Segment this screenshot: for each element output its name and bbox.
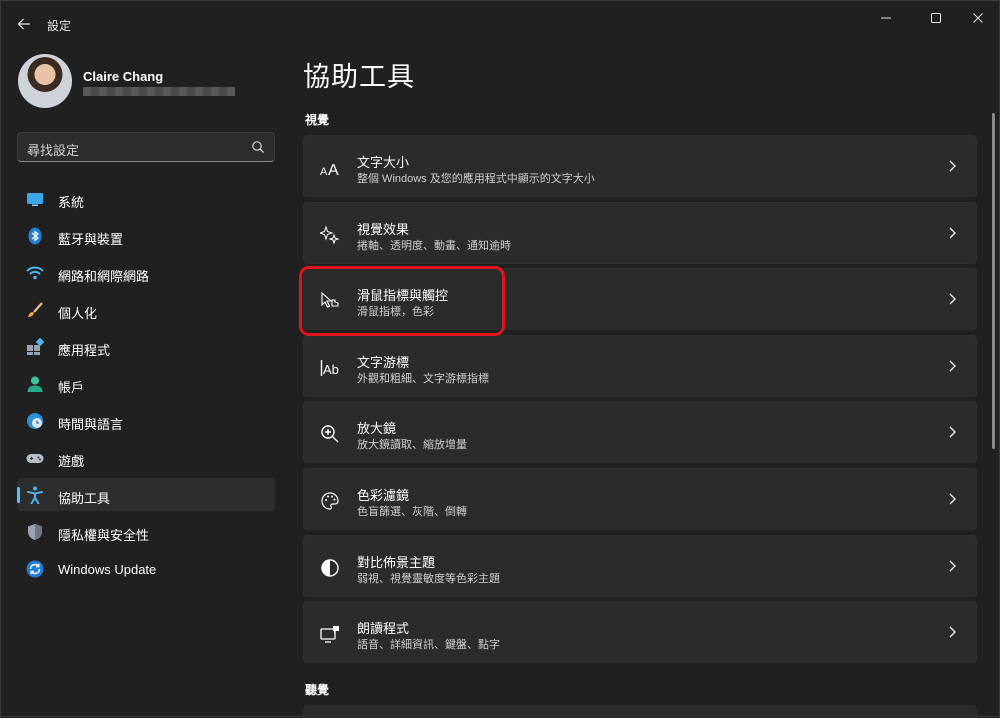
vision-settings-list: A A 文字大小 整個 Windows 及您的應用程式中顯示的文字大小 視覺效果… (303, 135, 977, 668)
chevron-right-icon (949, 626, 956, 638)
sidebar-item-label: 時間與語言 (58, 417, 124, 432)
bluetooth-icon (28, 227, 42, 245)
sidebar-item-accounts[interactable]: 帳戶 (17, 367, 275, 400)
magnifier-icon (321, 425, 339, 443)
page-title: 協助工具 (303, 62, 415, 92)
sidebar-item-label: 系統 (58, 195, 85, 210)
card-title: 對比佈景主題 (357, 554, 436, 570)
minimize-button[interactable] (863, 3, 909, 33)
svg-text:A: A (328, 162, 339, 178)
card-subtitle: 語音、詳細資訊、鍵盤、點字 (357, 639, 500, 652)
sidebar-item-windows-update[interactable]: Windows Update (17, 552, 275, 585)
sidebar-item-label: 應用程式 (58, 343, 111, 358)
card-subtitle: 外觀和粗細、文字游標指標 (357, 372, 489, 385)
close-icon (973, 13, 983, 23)
user-email-redacted (83, 87, 235, 96)
sidebar-item-label: 藍牙與裝置 (58, 232, 124, 247)
card-color-filters[interactable]: 色彩濾鏡 色盲篩選、灰階、倒轉 (303, 467, 977, 530)
card-title: 色彩濾鏡 (357, 487, 410, 503)
card-subtitle: 色盲篩選、灰階、倒轉 (357, 505, 467, 518)
card-narrator[interactable]: 朗讀程式 語音、詳細資訊、鍵盤、點字 (303, 601, 977, 664)
sidebar-item-privacy-security[interactable]: 隱私權與安全性 (17, 515, 275, 548)
card-title: 視覺效果 (357, 221, 410, 237)
settings-window: 設定 Claire Chang 尋找設定 系統 藍牙與裝置 網路和網際網路 個人… (0, 0, 1000, 718)
update-icon (26, 560, 44, 578)
search-input[interactable]: 尋找設定 (17, 132, 275, 162)
sidebar-item-label: 帳戶 (58, 380, 85, 395)
back-arrow-icon (17, 18, 30, 30)
minimize-icon (881, 17, 891, 19)
sidebar-nav: 系統 藍牙與裝置 網路和網際網路 個人化 應用程式 帳戶 時間與語言 遊戲 協助… (17, 182, 275, 589)
card-subtitle: 整個 Windows 及您的應用程式中顯示的文字大小 (357, 173, 595, 185)
monitor-icon (27, 193, 43, 206)
card-partial[interactable] (303, 705, 977, 718)
sparkle-icon (320, 225, 340, 245)
card-subtitle: 放大鏡讀取、縮放增量 (357, 439, 467, 452)
sidebar-item-personalization[interactable]: 個人化 (17, 293, 275, 326)
card-title: 文字游標 (357, 354, 410, 370)
card-visual-effects[interactable]: 視覺效果 捲軸、透明度、動畫、通知逾時 (303, 201, 977, 264)
gamepad-icon (26, 454, 44, 463)
selection-indicator (17, 487, 20, 503)
wifi-icon (26, 266, 44, 280)
window-title: 設定 (47, 19, 72, 33)
search-icon[interactable] (251, 140, 265, 154)
accessibility-icon (27, 486, 43, 504)
maximize-icon (931, 13, 941, 23)
close-button[interactable] (955, 3, 1000, 33)
card-contrast-themes[interactable]: 對比佈景主題 弱視、視覺靈敏度等色彩主題 (303, 534, 977, 597)
chevron-right-icon (949, 227, 956, 239)
brush-icon (28, 302, 43, 317)
apps-icon (27, 338, 44, 355)
card-text-cursor[interactable]: Ab 文字游標 外觀和粗細、文字游標指標 (303, 334, 977, 397)
sidebar-item-label: 隱私權與安全性 (58, 528, 150, 543)
card-subtitle: 捲軸、透明度、動畫、通知逾時 (357, 239, 511, 252)
chevron-right-icon (949, 160, 956, 172)
chevron-right-icon (949, 360, 956, 372)
sidebar-item-label: 遊戲 (58, 454, 85, 469)
sidebar-item-label: 個人化 (58, 306, 98, 321)
search-placeholder: 尋找設定 (27, 143, 80, 158)
card-title: 放大鏡 (357, 421, 397, 437)
sidebar-item-label: 網路和網際網路 (58, 269, 150, 284)
sidebar-item-bluetooth[interactable]: 藍牙與裝置 (17, 219, 275, 252)
card-title: 文字大小 (357, 155, 410, 170)
sidebar-item-gaming[interactable]: 遊戲 (17, 441, 275, 474)
section-title-vision: 視覺 (305, 113, 330, 127)
section-title-hearing: 聽覺 (305, 683, 330, 697)
text-size-icon: A A (320, 162, 339, 178)
back-button[interactable] (11, 11, 37, 37)
sidebar-item-system[interactable]: 系統 (17, 182, 275, 215)
chevron-right-icon (949, 493, 956, 505)
svg-text:Ab: Ab (323, 362, 339, 377)
user-name: Claire Chang (83, 69, 164, 84)
card-magnifier[interactable]: 放大鏡 放大鏡讀取、縮放增量 (303, 401, 977, 464)
maximize-button[interactable] (913, 3, 959, 33)
scrollbar[interactable] (992, 113, 995, 449)
person-icon (27, 376, 43, 392)
clock-globe-icon (27, 413, 43, 429)
sidebar-item-network[interactable]: 網路和網際網路 (17, 256, 275, 289)
title-bar: 設定 (1, 1, 1000, 47)
contrast-icon (321, 558, 339, 577)
chevron-right-icon (949, 426, 956, 438)
red-highlight-annotation (299, 266, 505, 336)
narrator-icon (320, 626, 339, 643)
card-text-size[interactable]: A A 文字大小 整個 Windows 及您的應用程式中顯示的文字大小 (303, 135, 977, 197)
sidebar-item-accessibility[interactable]: 協助工具 (17, 478, 275, 511)
chevron-right-icon (949, 293, 956, 305)
sidebar-item-label: 協助工具 (58, 491, 111, 506)
sidebar-item-apps[interactable]: 應用程式 (17, 330, 275, 363)
text-cursor-icon: Ab (320, 359, 339, 377)
avatar[interactable] (18, 54, 72, 108)
sidebar-item-label: Windows Update (58, 562, 157, 577)
card-subtitle: 弱視、視覺靈敏度等色彩主題 (357, 572, 500, 585)
chevron-right-icon (949, 560, 956, 572)
card-title: 朗讀程式 (357, 621, 410, 637)
shield-icon (28, 524, 42, 540)
sidebar-item-time-language[interactable]: 時間與語言 (17, 404, 275, 437)
svg-text:A: A (320, 166, 328, 178)
palette-icon (321, 492, 339, 510)
